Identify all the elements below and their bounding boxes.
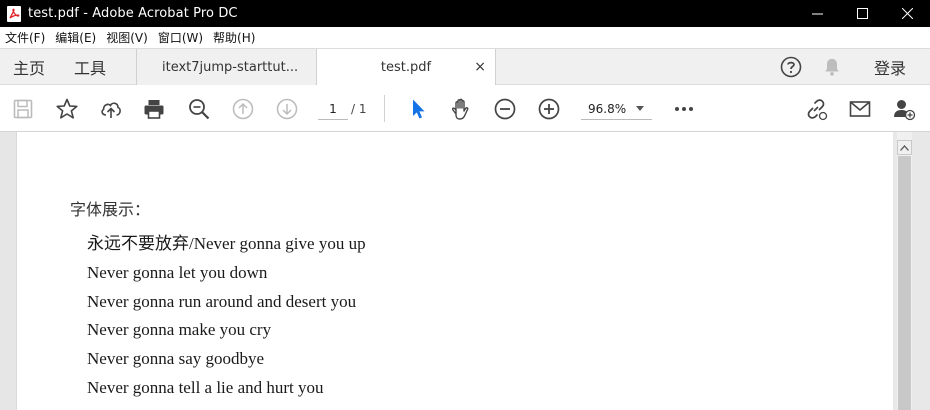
find-zoom-button[interactable] [186,96,212,122]
vertical-scrollbar[interactable] [893,132,930,410]
pdf-text-block: 永远不要放弃/Never gonna give you up Never gon… [87,230,366,403]
zoom-out-icon [494,98,516,120]
maximize-button[interactable] [840,0,885,27]
tab-row: 主页 工具 itext7jump-starttut... test.pdf × … [0,48,930,86]
select-arrow-icon [413,99,425,119]
page-number-input[interactable]: 1 [318,98,348,120]
add-people-button[interactable] [891,96,917,122]
next-page-button[interactable] [274,96,300,122]
toolbar: 1 / 1 96.8% [0,85,930,132]
save-icon [13,99,33,119]
menu-view[interactable]: 视图(V) [102,29,154,46]
menu-bar: 文件(F) 编辑(E) 视图(V) 窗口(W) 帮助(H) [0,27,930,48]
pdf-page: 字体展示： 永远不要放弃/Never gonna give you up Nev… [16,132,893,410]
close-icon [902,8,913,19]
maximize-icon [857,8,868,19]
hand-tool-button[interactable] [448,96,474,122]
document-viewport[interactable]: 字体展示： 永远不要放弃/Never gonna give you up Nev… [0,132,930,410]
more-tools-button[interactable] [671,96,697,122]
hand-icon [451,98,469,120]
cloud-upload-icon [101,102,121,118]
window-controls [795,0,930,27]
email-button[interactable] [847,96,873,122]
close-window-button[interactable] [885,0,930,27]
scroll-thumb[interactable] [898,156,911,410]
toolbar-separator [384,95,385,122]
print-icon [144,100,164,119]
page-total: / 1 [351,102,367,116]
tab-tools[interactable]: 工具 [74,49,106,85]
tab-label: itext7jump-starttut... [162,59,299,75]
tab-label: test.pdf [380,60,432,75]
more-icon [675,107,693,111]
upload-cloud-button[interactable] [98,96,124,122]
left-gutter [0,132,16,410]
previous-page-button[interactable] [230,96,256,122]
zoom-search-icon [189,99,210,120]
zoom-in-icon [538,98,560,120]
zoom-in-button[interactable] [536,96,562,122]
pdf-text-line: Never gonna say goodbye [87,349,265,369]
star-icon [56,98,78,119]
chevron-down-icon [636,106,644,111]
menu-edit[interactable]: 编辑(E) [51,29,102,46]
share-link-button[interactable] [803,96,829,122]
tab-document-itext[interactable]: itext7jump-starttut... [136,49,316,85]
menu-help[interactable]: 帮助(H) [209,29,261,46]
scroll-up-button[interactable] [897,140,912,155]
pdf-text-line: Never gonna tell a lie and hurt you [87,377,324,397]
tab-home[interactable]: 主页 [13,49,45,85]
scroll-track[interactable] [897,132,912,410]
zoom-level-value: 96.8% [588,101,627,116]
link-icon [807,99,828,121]
minimize-icon [812,13,823,15]
pdf-heading: 字体展示： [70,200,151,219]
menu-file[interactable]: 文件(F) [1,29,51,46]
menu-window[interactable]: 窗口(W) [154,29,209,46]
title-bar: test.pdf - Adobe Acrobat Pro DC [0,0,930,27]
tab-document-test[interactable]: test.pdf × [316,49,496,86]
chevron-up-icon [900,144,909,151]
minimize-button[interactable] [795,0,840,27]
acrobat-icon [7,5,21,22]
tab-close-icon[interactable]: × [474,59,486,75]
zoom-out-button[interactable] [492,96,518,122]
page-up-icon [232,98,254,120]
window-title: test.pdf - Adobe Acrobat Pro DC [28,6,238,21]
print-button[interactable] [141,96,167,122]
add-user-icon [894,100,916,121]
zoom-level-select[interactable]: 96.8% [581,98,652,120]
pdf-text-line: Never gonna run around and desert you [87,291,357,311]
mail-icon [849,101,871,117]
page-down-icon [276,98,298,120]
pdf-text-line: Never gonna let you down [87,262,268,282]
pdf-text-line: 永远不要放弃/Never gonna give you up [87,234,366,253]
login-button[interactable]: 登录 [874,55,906,79]
bookmark-star-button[interactable] [54,96,80,122]
help-icon[interactable] [780,56,802,78]
select-tool-button[interactable] [405,96,431,122]
pdf-text-line: Never gonna make you cry [87,320,272,340]
save-button[interactable] [10,96,36,122]
bell-icon[interactable] [821,56,843,78]
